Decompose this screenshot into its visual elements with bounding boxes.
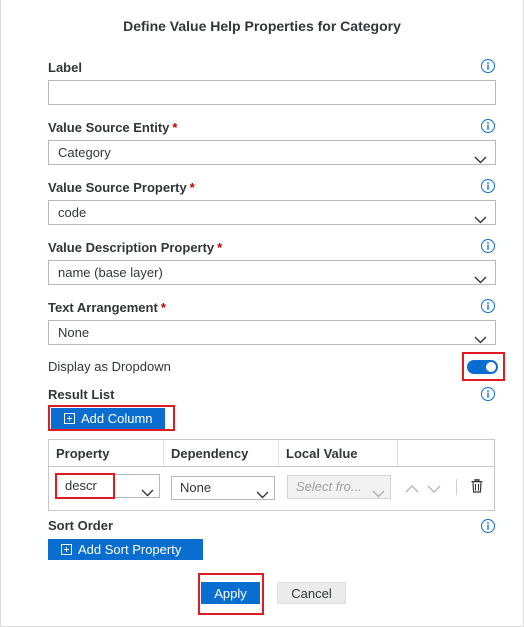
label-input[interactable] — [48, 80, 496, 105]
value-source-entity-label: Value Source Entity * — [48, 120, 178, 135]
chevron-down-icon — [372, 483, 385, 505]
text-arrangement-value: None — [58, 325, 90, 340]
add-sort-property-button[interactable]: Add Sort Property — [48, 539, 203, 560]
info-icon[interactable] — [481, 179, 495, 193]
row-action-divider — [456, 479, 457, 495]
property-highlight — [55, 473, 115, 499]
arrow-up-icon[interactable] — [405, 481, 419, 499]
text-arrangement-label: Text Arrangement * — [48, 300, 166, 315]
trash-icon[interactable] — [471, 478, 483, 498]
label-field-label: Label — [48, 60, 82, 75]
value-help-dialog: Define Value Help Properties for Categor… — [0, 0, 524, 627]
add-column-button[interactable]: Add Column — [51, 408, 165, 429]
value-description-property-label: Value Description Property * — [48, 240, 223, 255]
dialog-title: Define Value Help Properties for Categor… — [123, 18, 401, 34]
switch-knob — [486, 362, 496, 372]
display-as-dropdown-label: Display as Dropdown — [48, 359, 171, 374]
chevron-down-icon — [474, 328, 487, 351]
value-source-property-select[interactable]: code — [48, 200, 496, 225]
table-header-divider — [49, 466, 494, 467]
value-description-property-select[interactable]: name (base layer) — [48, 260, 496, 285]
info-icon[interactable] — [481, 59, 495, 73]
value-source-property-label: Value Source Property * — [48, 180, 195, 195]
info-icon[interactable] — [481, 299, 495, 313]
value-source-property-value: code — [58, 205, 87, 220]
value-source-entity-select[interactable]: Category — [48, 140, 496, 165]
chevron-down-icon — [474, 148, 487, 171]
info-icon[interactable] — [481, 119, 495, 133]
chevron-down-icon — [256, 484, 269, 506]
arrow-down-icon[interactable] — [427, 481, 441, 499]
value-description-property-value: name (base layer) — [58, 265, 163, 280]
cancel-button[interactable]: Cancel — [277, 582, 346, 604]
info-icon[interactable] — [481, 239, 495, 253]
column-header-local-value: Local Value — [279, 440, 398, 467]
display-as-dropdown-switch[interactable] — [467, 360, 498, 374]
display-as-dropdown-highlight — [462, 352, 505, 381]
apply-button[interactable]: Apply — [201, 582, 260, 604]
info-icon[interactable] — [481, 519, 495, 533]
result-list-label: Result List — [48, 387, 115, 402]
dependency-select[interactable]: None — [171, 476, 275, 500]
column-header-actions — [398, 440, 496, 467]
value-source-entity-value: Category — [58, 145, 111, 160]
local-value-placeholder: Select fro... — [296, 479, 362, 494]
column-header-property: Property — [49, 440, 164, 467]
plus-icon — [64, 413, 75, 424]
chevron-down-icon — [141, 482, 154, 504]
local-value-select: Select fro... — [287, 475, 391, 499]
text-arrangement-select[interactable]: None — [48, 320, 496, 345]
dependency-value: None — [180, 480, 212, 495]
sort-order-label: Sort Order — [48, 518, 114, 533]
info-icon[interactable] — [481, 387, 495, 401]
plus-icon — [61, 544, 72, 555]
column-header-dependency: Dependency — [164, 440, 279, 467]
chevron-down-icon — [474, 208, 487, 231]
chevron-down-icon — [474, 268, 487, 291]
